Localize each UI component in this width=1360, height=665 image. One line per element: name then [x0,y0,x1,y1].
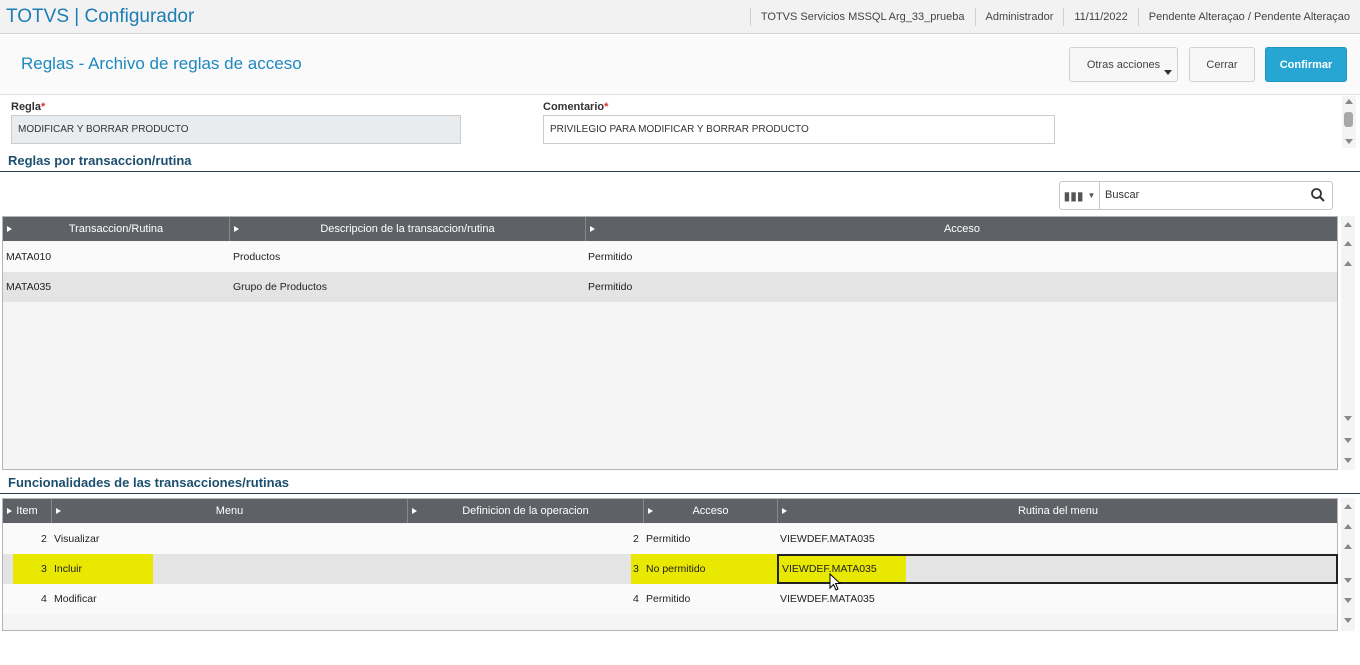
scroll-top-icon[interactable] [1344,504,1352,509]
required-mark: * [604,101,609,113]
columns-button[interactable]: ▮▮▮ ▼ [1060,182,1100,209]
cell-item: 3 [41,563,47,575]
cell-description: Productos [233,251,281,263]
column-header[interactable]: Transaccion/Rutina [3,217,230,241]
user-label: Administrador [974,8,1064,26]
rules-grid-scrollbar[interactable] [1341,216,1355,470]
mouse-pointer-icon [829,573,842,591]
table-row[interactable]: MATA010 Productos Permitido [3,242,1337,272]
sort-icon [782,508,787,514]
required-mark: * [40,101,46,113]
cell-routine: VIEWDEF.MATA035 [780,533,875,545]
other-actions-label: Otras acciones [1086,58,1161,71]
cell-access-code: 4 [633,593,639,605]
cell-code: MATA010 [6,251,52,263]
rules-grid-header: Transaccion/Rutina Descripcion de la tra… [3,217,1337,241]
cell-access: Permitido [646,533,691,545]
scroll-bottom-icon[interactable] [1344,618,1352,623]
section-divider [0,171,1360,172]
page-title: Reglas - Archivo de reglas de acceso [21,54,302,73]
scroll-up-icon[interactable] [1344,544,1352,549]
chevron-down-icon: ▼ [1087,191,1096,200]
functions-section-title: Funcionalidades de las transacciones/rut… [8,475,290,490]
scroll-up-icon[interactable] [1344,241,1352,246]
columns-icon: ▮▮▮ [1063,188,1084,203]
functions-grid-header: Item Menu Definicion de la operacion Acc… [3,499,1337,523]
cell-access: Permitido [646,593,691,605]
cell-routine: VIEWDEF.MATA035 [780,593,875,605]
scroll-up-icon[interactable] [1344,261,1352,266]
table-row[interactable]: 4 Modificar 4 Permitido VIEWDEF.MATA035 [3,584,1337,614]
rules-grid: Transaccion/Rutina Descripcion de la tra… [2,216,1338,470]
sort-icon [648,508,653,514]
cell-menu: Incluir [54,563,83,575]
search-input[interactable]: Buscar [1105,189,1139,201]
app-title: TOTVS | Configurador [6,6,195,27]
column-header[interactable]: Rutina del menu [778,499,1338,523]
search-icon[interactable] [1310,187,1326,203]
scroll-thumb[interactable] [1344,112,1353,127]
close-button[interactable]: Cerrar [1189,47,1255,82]
cell-access: No permitido [646,563,706,575]
column-header[interactable]: Definicion de la operacion [408,499,644,523]
cell-access: Permitido [588,281,633,293]
cell-description: Grupo de Productos [233,281,327,293]
scroll-down-icon[interactable] [1344,416,1352,421]
scroll-down-icon[interactable] [1344,438,1352,443]
cell-access: Permitido [588,251,633,263]
comentario-field[interactable]: PRIVILEGIO PARA MODIFICAR Y BORRAR PRODU… [543,115,1055,144]
cell-access-code: 3 [633,563,639,575]
table-row[interactable]: 2 Visualizar 2 Permitido VIEWDEF.MATA035 [3,524,1337,554]
functions-grid: Item Menu Definicion de la operacion Acc… [2,498,1338,631]
column-header[interactable]: Acceso [586,217,1338,241]
other-actions-button[interactable]: Otras acciones [1069,47,1178,82]
cell-menu: Visualizar [54,533,100,545]
scroll-down-icon[interactable] [1345,139,1353,144]
form-scrollbar[interactable] [1342,96,1356,148]
cell-code: MATA035 [6,281,52,293]
column-header[interactable]: Descripcion de la transaccion/rutina [230,217,586,241]
top-bar: TOTVS | Configurador TOTVS Servicios MSS… [0,0,1360,34]
sort-icon [56,508,61,514]
rules-section-title: Reglas por transaccion/rutina [8,153,192,168]
sort-icon [7,226,12,232]
scroll-up-icon[interactable] [1345,99,1353,104]
search-box: ▮▮▮ ▼ Buscar [1059,181,1333,210]
cell-item: 2 [41,533,47,545]
functions-grid-scrollbar[interactable] [1341,498,1355,631]
section-divider [0,493,1360,494]
confirm-label: Confirmar [1279,58,1333,71]
environment-label: TOTVS Servicios MSSQL Arg_33_prueba [749,8,975,26]
scroll-bottom-icon[interactable] [1344,458,1352,463]
table-row-selected[interactable]: 3 Incluir 3 No permitido VIEWDEF.MATA035 [3,554,1338,584]
column-header[interactable]: Acceso [644,499,778,523]
cell-access-code: 2 [633,533,639,545]
cell-item: 4 [41,593,47,605]
cell-menu: Modificar [54,593,97,605]
sort-icon [412,508,417,514]
sort-icon [7,508,12,514]
regla-field[interactable]: MODIFICAR Y BORRAR PRODUCTO [11,115,461,144]
caret-down-icon [1164,70,1172,75]
close-label: Cerrar [1206,58,1238,71]
status-label: Pendente Alteraçao / Pendente Alteraçao [1137,8,1360,26]
sort-icon [590,226,595,232]
column-header[interactable]: Menu [52,499,408,523]
page-header: Reglas - Archivo de reglas de acceso Otr… [0,35,1360,95]
sort-icon [234,226,239,232]
scroll-down-icon[interactable] [1344,578,1352,583]
scroll-top-icon[interactable] [1344,222,1352,227]
column-header[interactable]: Item [3,499,52,523]
date-label: 11/11/2022 [1063,8,1137,26]
confirm-button[interactable]: Confirmar [1265,47,1347,82]
comentario-label: Comentario* [543,101,609,113]
table-row[interactable]: MATA035 Grupo de Productos Permitido [3,272,1337,302]
session-info: TOTVS Servicios MSSQL Arg_33_prueba Admi… [749,0,1360,34]
highlight-marker [13,554,153,584]
regla-label: Regla* [11,101,46,113]
scroll-down-icon[interactable] [1344,598,1352,603]
scroll-up-icon[interactable] [1344,524,1352,529]
